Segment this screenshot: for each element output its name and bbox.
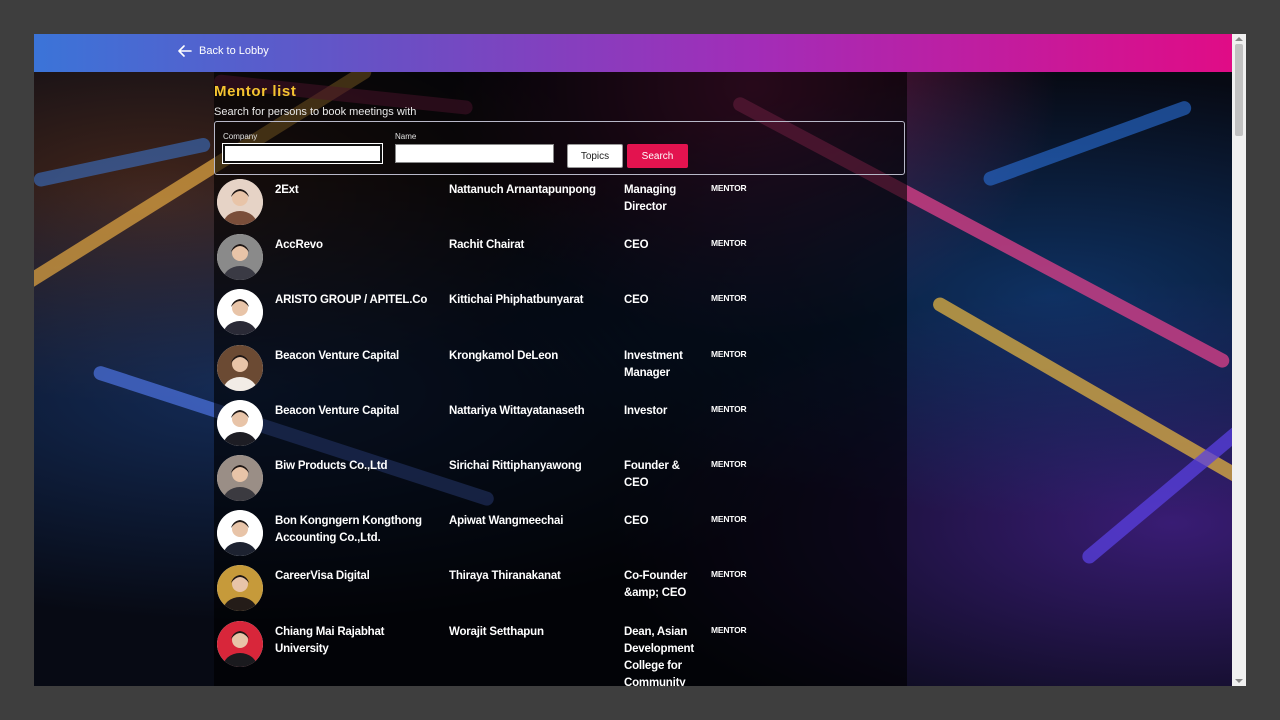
- avatar: [217, 289, 263, 336]
- arrow-left-icon: [178, 45, 192, 57]
- mentor-role-badge: MENTOR: [711, 569, 747, 580]
- mentor-title: Dean, Asian Development College for Comm…: [624, 625, 695, 687]
- mentor-company: AccRevo: [275, 239, 323, 252]
- company-label: Company: [223, 132, 258, 141]
- avatar: [217, 399, 263, 446]
- mentor-row[interactable]: Beacon Venture Capital Nattariya Wittayat…: [214, 398, 907, 453]
- mentor-list: 2Ext Nattanuch Arnantapunpong Managing Dir…: [214, 177, 907, 686]
- mentor-title: Managing Director: [624, 184, 677, 213]
- mentor-role-badge: MENTOR: [711, 514, 747, 525]
- mentor-company: 2Ext: [275, 184, 299, 196]
- mentor-title: Investor: [624, 404, 668, 417]
- mentor-title: CEO: [624, 294, 649, 307]
- avatar: [217, 234, 263, 281]
- browser-viewport: Back to Lobby Mentor list Search for per…: [34, 34, 1246, 686]
- mentor-company: Chiang Mai Rajabhat University: [275, 625, 385, 655]
- page-subtitle: Search for persons to book meetings with: [214, 106, 417, 118]
- mentor-title: Co-Founder &amp; CEO: [624, 570, 688, 600]
- search-button[interactable]: Search: [627, 144, 688, 168]
- avatar: [217, 179, 263, 225]
- mentor-row[interactable]: Chiang Mai Rajabhat University Worajit Se…: [214, 619, 907, 686]
- avatar: [217, 344, 263, 391]
- company-input[interactable]: [222, 143, 383, 164]
- mentor-name: Thiraya Thiranakanat: [449, 570, 561, 583]
- name-label: Name: [395, 132, 417, 141]
- mentor-title: Investment Manager: [624, 349, 683, 379]
- mentor-company: Beacon Venture Capital: [275, 349, 400, 362]
- mentor-row[interactable]: Bon Kongngern Kongthong Accounting Co.,L…: [214, 508, 907, 563]
- mentor-row[interactable]: CareerVisa Digital Thiraya Thiranakanat Co…: [214, 563, 907, 618]
- topics-button[interactable]: Topics: [567, 144, 623, 168]
- scroll-thumb[interactable]: [1235, 44, 1243, 136]
- mentor-role-badge: MENTOR: [711, 238, 747, 249]
- avatar: [217, 454, 263, 501]
- mentor-company: Beacon Venture Capital: [275, 404, 400, 417]
- back-to-lobby-label: Back to Lobby: [199, 45, 269, 57]
- mentor-role-badge: MENTOR: [711, 293, 747, 304]
- scroll-up-icon[interactable]: [1235, 37, 1243, 41]
- mentor-role-badge: MENTOR: [711, 458, 747, 469]
- mentor-title: CEO: [624, 515, 649, 528]
- mentor-name: Nattanuch Arnantapunpong: [449, 184, 596, 196]
- mentor-row[interactable]: AccRevo Rachit Chairat CEO MENTOR: [214, 232, 907, 287]
- mentor-row[interactable]: 2Ext Nattanuch Arnantapunpong Managing Dir…: [214, 177, 907, 232]
- mentor-company: CareerVisa Digital: [275, 570, 370, 583]
- mentor-name: Krongkamol DeLeon: [449, 349, 559, 362]
- name-input[interactable]: [395, 144, 554, 163]
- top-bar: Back to Lobby: [34, 34, 1232, 72]
- mentor-company: ARISTO GROUP / APITEL.Co: [275, 294, 428, 307]
- mentor-name: Kittichai Phiphatbunyarat: [449, 294, 584, 307]
- mentor-name: Apiwat Wangmeechai: [449, 515, 564, 528]
- mentor-company: Bon Kongngern Kongthong Accounting Co.,L…: [275, 515, 422, 545]
- mentor-name: Worajit Setthapun: [449, 625, 544, 638]
- scrollbar[interactable]: [1232, 34, 1246, 686]
- avatar: [217, 565, 263, 612]
- mentor-row[interactable]: ARISTO GROUP / APITEL.Co Kittichai Phipha…: [214, 287, 907, 342]
- avatar: [217, 510, 263, 557]
- scroll-down-icon[interactable]: [1235, 679, 1243, 683]
- mentor-role-badge: MENTOR: [711, 624, 747, 635]
- search-form: Company Name Topics Search: [214, 121, 905, 175]
- back-to-lobby-link[interactable]: Back to Lobby: [178, 45, 269, 57]
- mentor-company: Biw Products Co.,Ltd: [275, 459, 388, 472]
- avatar: [217, 620, 263, 667]
- mentor-role-badge: MENTOR: [711, 348, 747, 359]
- mentor-name: Rachit Chairat: [449, 239, 525, 252]
- mentor-title: CEO: [624, 239, 649, 252]
- mentor-list-panel: Mentor list Search for persons to book m…: [214, 72, 907, 686]
- page-title: Mentor list: [214, 83, 297, 100]
- mentor-row[interactable]: Beacon Venture Capital Krongkamol DeLeon I…: [214, 343, 907, 398]
- mentor-role-badge: MENTOR: [711, 403, 747, 414]
- mentor-row[interactable]: Biw Products Co.,Ltd Sirichai Rittiphanya…: [214, 453, 907, 508]
- mentor-title: Founder & CEO: [624, 459, 680, 489]
- mentor-name: Nattariya Wittayatanaseth: [449, 404, 585, 417]
- mentor-role-badge: MENTOR: [711, 183, 747, 193]
- mentor-name: Sirichai Rittiphanyawong: [449, 459, 582, 472]
